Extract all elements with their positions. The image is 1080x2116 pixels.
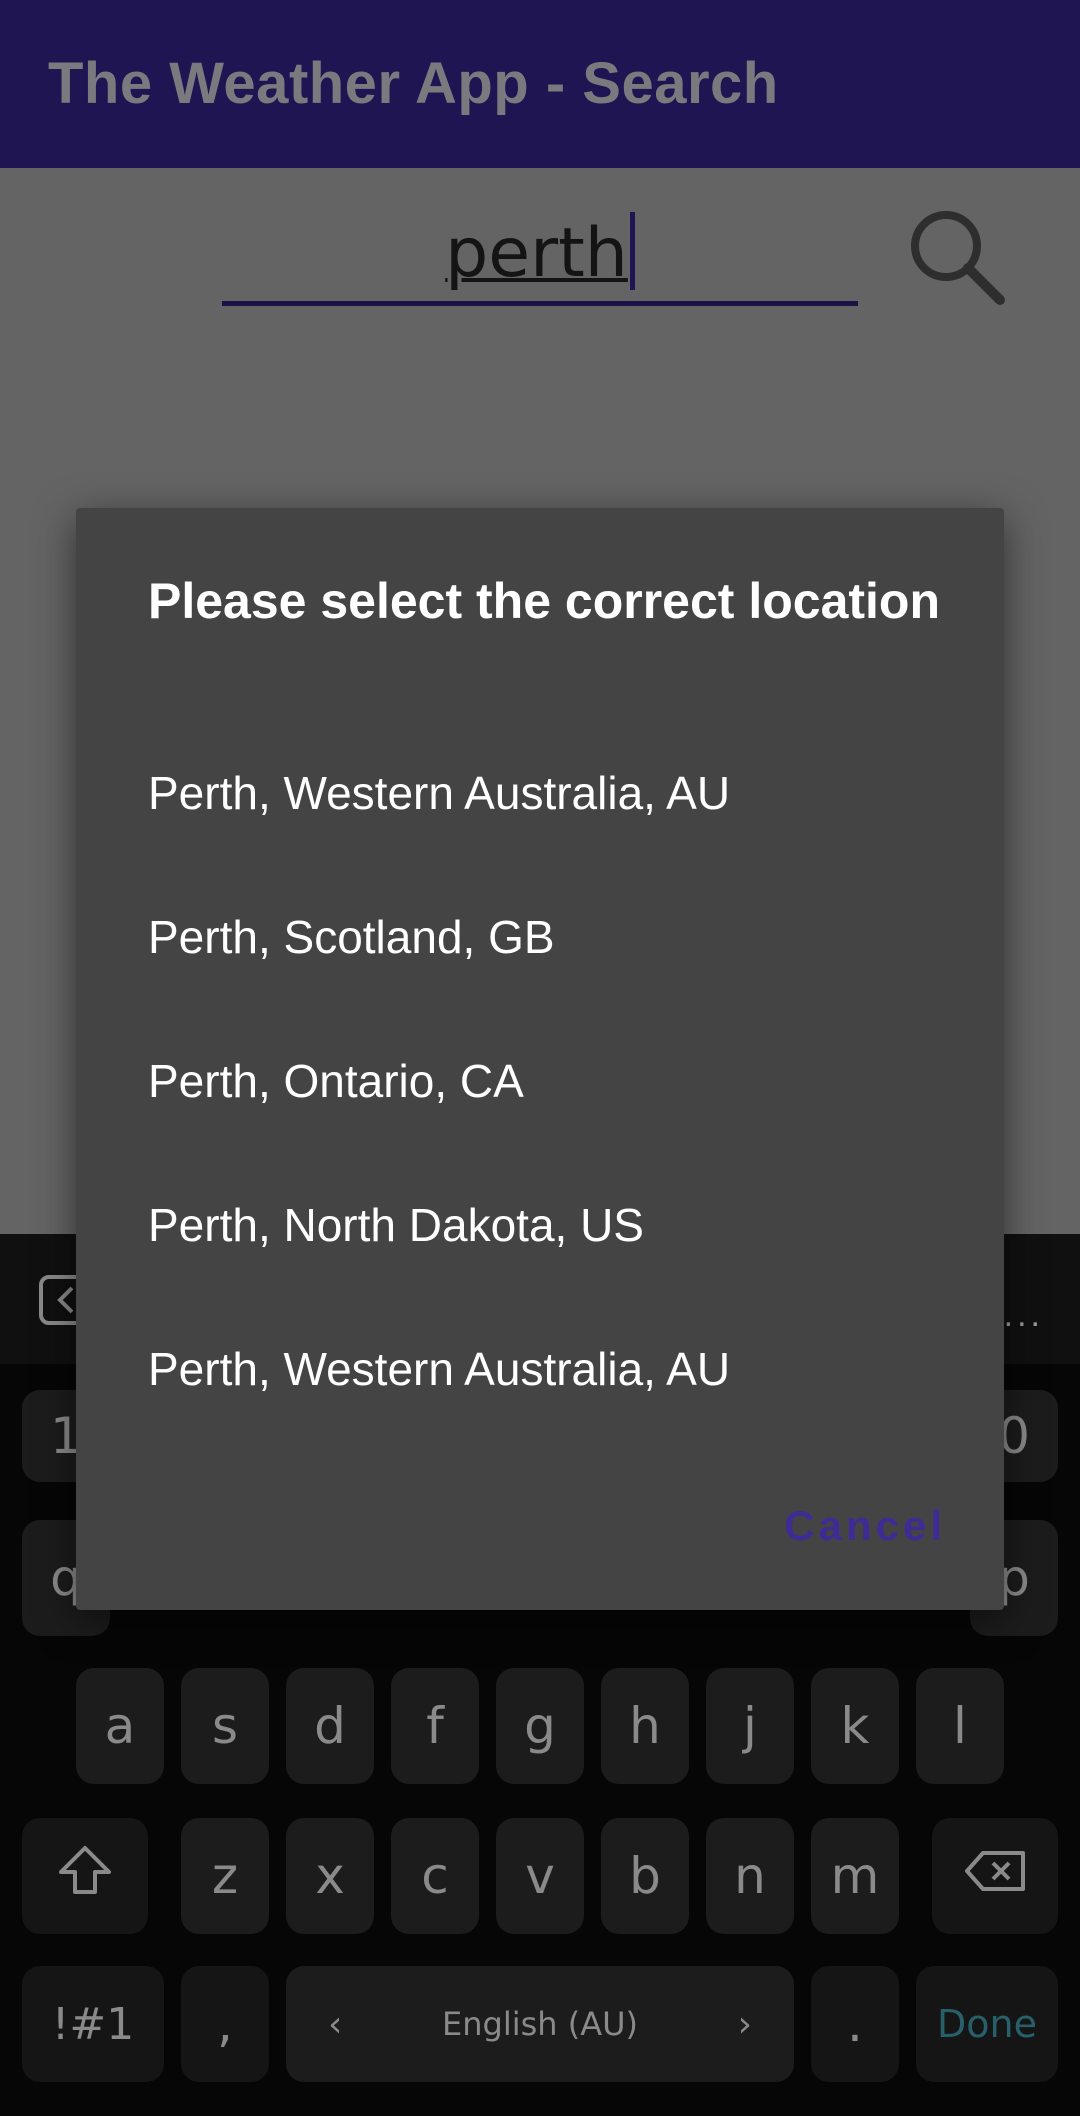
text-caret bbox=[629, 212, 635, 290]
location-option[interactable]: Perth, Western Australia, AU bbox=[148, 1342, 730, 1396]
app-title: The Weather App - Search bbox=[48, 51, 779, 116]
key-v[interactable]: v bbox=[496, 1818, 584, 1934]
space-key[interactable]: ‹ English (AU) › bbox=[286, 1966, 794, 2082]
app-bar: The Weather App - Search bbox=[0, 0, 1080, 168]
key-f[interactable]: f bbox=[391, 1668, 479, 1784]
search-input-value[interactable]: perth bbox=[222, 212, 858, 293]
search-input[interactable]: perth bbox=[222, 200, 858, 306]
chevron-left-icon: ‹ bbox=[328, 2003, 343, 2045]
key-a[interactable]: a bbox=[76, 1668, 164, 1784]
period-key[interactable]: . bbox=[811, 1966, 899, 2082]
key-j[interactable]: j bbox=[706, 1668, 794, 1784]
key-h[interactable]: h bbox=[601, 1668, 689, 1784]
chevron-right-icon: › bbox=[737, 2003, 752, 2045]
backspace-key[interactable] bbox=[932, 1818, 1058, 1934]
location-option[interactable]: Perth, Scotland, GB bbox=[148, 910, 555, 964]
key-k[interactable]: k bbox=[811, 1668, 899, 1784]
cancel-button[interactable]: Cancel bbox=[784, 1502, 946, 1550]
search-icon[interactable] bbox=[904, 204, 1010, 310]
key-x[interactable]: x bbox=[286, 1818, 374, 1934]
backspace-icon bbox=[963, 1847, 1027, 1905]
key-n[interactable]: n bbox=[706, 1818, 794, 1934]
symbols-key[interactable]: !#1 bbox=[22, 1966, 164, 2082]
key-l[interactable]: l bbox=[916, 1668, 1004, 1784]
done-key[interactable]: Done bbox=[916, 1966, 1058, 2082]
key-c[interactable]: c bbox=[391, 1818, 479, 1934]
location-option[interactable]: Perth, North Dakota, US bbox=[148, 1198, 644, 1252]
language-label: English (AU) bbox=[442, 2005, 638, 2043]
shift-key[interactable] bbox=[22, 1818, 148, 1934]
keyboard-more-icon[interactable]: ... bbox=[1004, 1296, 1044, 1335]
shift-icon bbox=[57, 1842, 113, 1910]
comma-key[interactable]: , bbox=[181, 1966, 269, 2082]
key-g[interactable]: g bbox=[496, 1668, 584, 1784]
location-option[interactable]: Perth, Western Australia, AU bbox=[148, 766, 730, 820]
location-select-dialog: Please select the correct location Perth… bbox=[76, 508, 1004, 1610]
key-m[interactable]: m bbox=[811, 1818, 899, 1934]
key-b[interactable]: b bbox=[601, 1818, 689, 1934]
key-s[interactable]: s bbox=[181, 1668, 269, 1784]
location-option[interactable]: Perth, Ontario, CA bbox=[148, 1054, 524, 1108]
key-d[interactable]: d bbox=[286, 1668, 374, 1784]
dialog-title: Please select the correct location bbox=[148, 573, 941, 629]
key-z[interactable]: z bbox=[181, 1818, 269, 1934]
